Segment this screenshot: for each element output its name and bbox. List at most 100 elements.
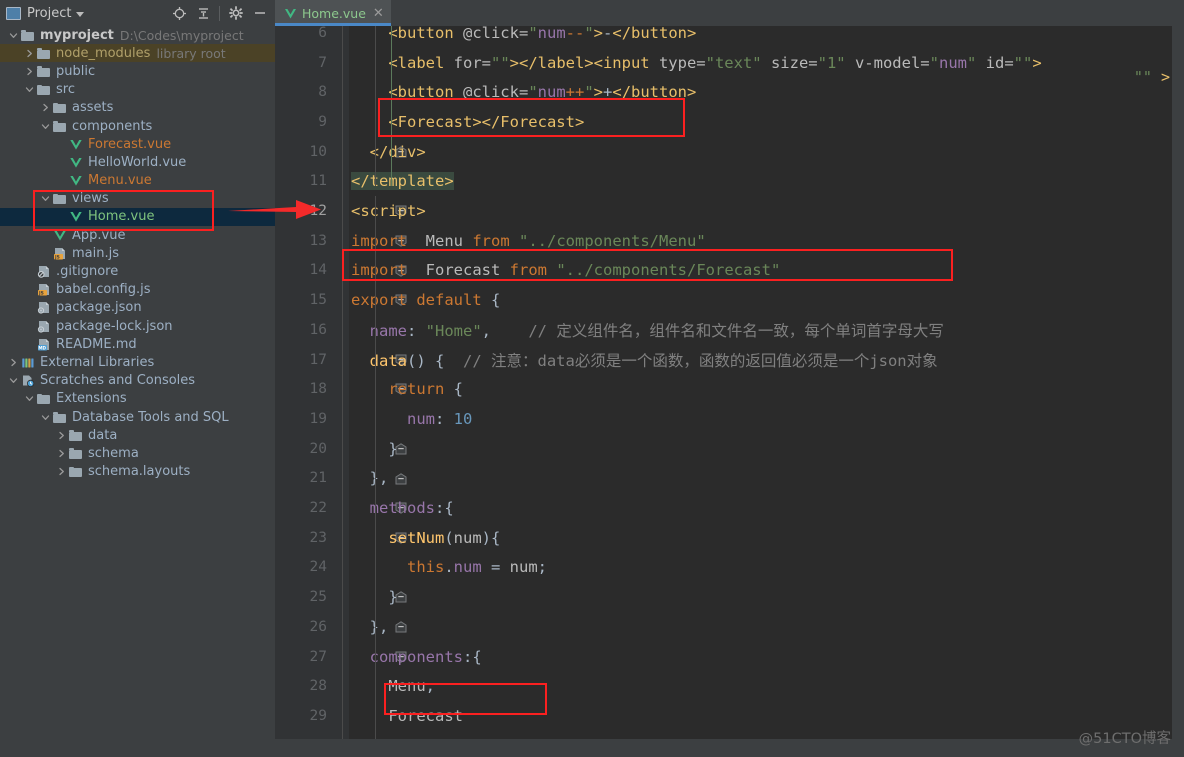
locate-icon[interactable] bbox=[168, 2, 190, 24]
tree-node-main-js[interactable]: JS main.js bbox=[0, 244, 275, 262]
tree-node-package-lock-json[interactable]: package-lock.json bbox=[0, 317, 275, 335]
code-line-19[interactable]: 19 num: 10 bbox=[275, 404, 1184, 434]
code-line-20[interactable]: 20 } bbox=[275, 434, 1184, 464]
tree-node-package-json[interactable]: package.json bbox=[0, 299, 275, 317]
tree-node-label: myproject bbox=[40, 27, 114, 43]
code-line-15[interactable]: 15 export default { bbox=[275, 285, 1184, 315]
indent-guide-2 bbox=[375, 196, 376, 756]
tree-node-label: Menu.vue bbox=[88, 173, 152, 189]
indent-guide-0 bbox=[375, 26, 376, 186]
tree-node-data[interactable]: data bbox=[0, 426, 275, 444]
chevron-right-icon[interactable] bbox=[56, 430, 67, 441]
code-line-14[interactable]: 14 import Forecast from "../components/Fo… bbox=[275, 256, 1184, 286]
code-line-text: <Forecast></Forecast> bbox=[351, 112, 585, 131]
chevron-down-icon[interactable] bbox=[40, 412, 51, 423]
toolbar-divider bbox=[219, 5, 220, 21]
code-line-26[interactable]: 26 }, bbox=[275, 612, 1184, 642]
code-line-25[interactable]: 25 } bbox=[275, 582, 1184, 612]
tree-node-readme-md[interactable]: MD README.md bbox=[0, 335, 275, 353]
tree-node-public[interactable]: public bbox=[0, 62, 275, 80]
chevron-down-icon[interactable] bbox=[8, 30, 19, 41]
project-file-tree[interactable]: myproject D:\Codes\myproject node_modules l… bbox=[0, 26, 275, 757]
chevron-right-icon[interactable] bbox=[40, 102, 51, 113]
tree-node-extensions[interactable]: Extensions bbox=[0, 390, 275, 408]
code-line-text: </div> bbox=[351, 142, 426, 161]
chevron-down-icon[interactable] bbox=[24, 393, 35, 404]
chevron-down-icon[interactable] bbox=[76, 11, 85, 17]
tree-node-assets[interactable]: assets bbox=[0, 99, 275, 117]
tree-node-label: components bbox=[72, 118, 153, 134]
tree-node-myproject[interactable]: myproject D:\Codes\myproject bbox=[0, 26, 275, 44]
code-line-text: components:{ bbox=[369, 647, 482, 666]
chevron-right-icon[interactable] bbox=[24, 66, 35, 77]
tree-node-src[interactable]: src bbox=[0, 81, 275, 99]
code-line-text: num: 10 bbox=[407, 409, 473, 428]
code-line-12[interactable]: 12 <script> bbox=[275, 196, 1184, 226]
chevron-down-icon[interactable] bbox=[40, 121, 51, 132]
code-line-29[interactable]: 29 Forecast bbox=[275, 701, 1184, 731]
tree-node-menu-vue[interactable]: Menu.vue bbox=[0, 172, 275, 190]
code-line-22[interactable]: 22 methods:{ bbox=[275, 493, 1184, 523]
code-line-23[interactable]: 23 setNum(num){ bbox=[275, 523, 1184, 553]
code-line-6[interactable]: 6 <button @click="num--">-</button> bbox=[275, 26, 1184, 48]
tree-node-schema-layouts[interactable]: schema.layouts bbox=[0, 463, 275, 481]
tree-node-label: data bbox=[88, 427, 118, 443]
tree-node-components[interactable]: components bbox=[0, 117, 275, 135]
line-number: 13 bbox=[309, 232, 327, 249]
code-line-text: import Menu from "../components/Menu" bbox=[351, 231, 706, 250]
tree-node-external-libraries[interactable]: External Libraries bbox=[0, 353, 275, 371]
code-line-13[interactable]: 13 import Menu from "../components/Menu" bbox=[275, 226, 1184, 256]
tree-node-label: Extensions bbox=[56, 391, 127, 407]
tree-node-forecast-vue[interactable]: Forecast.vue bbox=[0, 135, 275, 153]
tree-node--gitignore[interactable]: .gitignore bbox=[0, 262, 275, 280]
code-line-10[interactable]: 10 </div> bbox=[275, 137, 1184, 167]
editor-scrollbar-markers[interactable] bbox=[1172, 26, 1184, 757]
tree-node-scratches-and-consoles[interactable]: Scratches and Consoles bbox=[0, 372, 275, 390]
code-line-text: Forecast bbox=[388, 706, 463, 725]
tree-node-database-tools-and-sql[interactable]: Database Tools and SQL bbox=[0, 408, 275, 426]
chevron-down-icon[interactable] bbox=[8, 375, 19, 386]
code-line-11[interactable]: 11 </template> bbox=[275, 167, 1184, 197]
tree-node-app-vue[interactable]: App.vue bbox=[0, 226, 275, 244]
code-line-8[interactable]: 8 <button @click="num++">+</button> bbox=[275, 77, 1184, 107]
chevron-right-icon[interactable] bbox=[8, 357, 19, 368]
chevron-down-icon[interactable] bbox=[40, 193, 51, 204]
code-line-17[interactable]: 17 data() { // 注意：data必须是一个函数，函数的返回值必须是一… bbox=[275, 345, 1184, 375]
code-line-7[interactable]: 7 <label for=""></label><input type="tex… bbox=[275, 48, 1184, 78]
fold-connector-line bbox=[341, 26, 343, 757]
code-line-18[interactable]: 18 return { bbox=[275, 374, 1184, 404]
chevron-down-icon[interactable] bbox=[24, 84, 35, 95]
code-editor[interactable]: 6 <button @click="num--">-</button> 7 <la… bbox=[275, 26, 1184, 757]
watermark: @51CTO博客 bbox=[1078, 731, 1171, 747]
code-line-text: import Forecast from "../components/Fore… bbox=[351, 261, 781, 280]
folder-icon bbox=[53, 193, 67, 205]
chevron-right-icon[interactable] bbox=[56, 448, 67, 459]
line-number: 21 bbox=[309, 470, 327, 487]
tree-node-node-modules[interactable]: node_modules library root bbox=[0, 44, 275, 63]
code-line-28[interactable]: 28 Menu, bbox=[275, 671, 1184, 701]
code-line-text: }, bbox=[351, 617, 389, 636]
tree-node-label: .gitignore bbox=[56, 264, 119, 280]
code-line-27[interactable]: 27 components:{ bbox=[275, 642, 1184, 672]
tree-node-schema[interactable]: schema bbox=[0, 444, 275, 462]
code-line-24[interactable]: 24 this.num = num; bbox=[275, 553, 1184, 583]
project-panel-header: Project bbox=[0, 0, 275, 26]
tree-node-babel-config-js[interactable]: JS babel.config.js bbox=[0, 281, 275, 299]
chevron-right-icon[interactable] bbox=[24, 48, 35, 59]
close-icon[interactable]: ✕ bbox=[373, 7, 384, 20]
chevron-right-icon[interactable] bbox=[56, 466, 67, 477]
tree-node-label: Forecast.vue bbox=[88, 136, 172, 152]
tree-node-label: package.json bbox=[56, 300, 142, 316]
collapse-all-icon[interactable] bbox=[192, 2, 214, 24]
svg-text:MD: MD bbox=[38, 345, 46, 350]
code-line-21[interactable]: 21 }, bbox=[275, 464, 1184, 494]
gear-icon[interactable] bbox=[225, 2, 247, 24]
code-line-16[interactable]: 16 name: "Home", // 定义组件名，组件名和文件名一致，每个单词… bbox=[275, 315, 1184, 345]
minimize-icon[interactable] bbox=[249, 2, 271, 24]
code-line-9[interactable]: 9 <Forecast></Forecast> bbox=[275, 107, 1184, 137]
tab-home-vue[interactable]: Home.vue ✕ bbox=[275, 0, 391, 26]
tree-node-helloworld-vue[interactable]: HelloWorld.vue bbox=[0, 153, 275, 171]
